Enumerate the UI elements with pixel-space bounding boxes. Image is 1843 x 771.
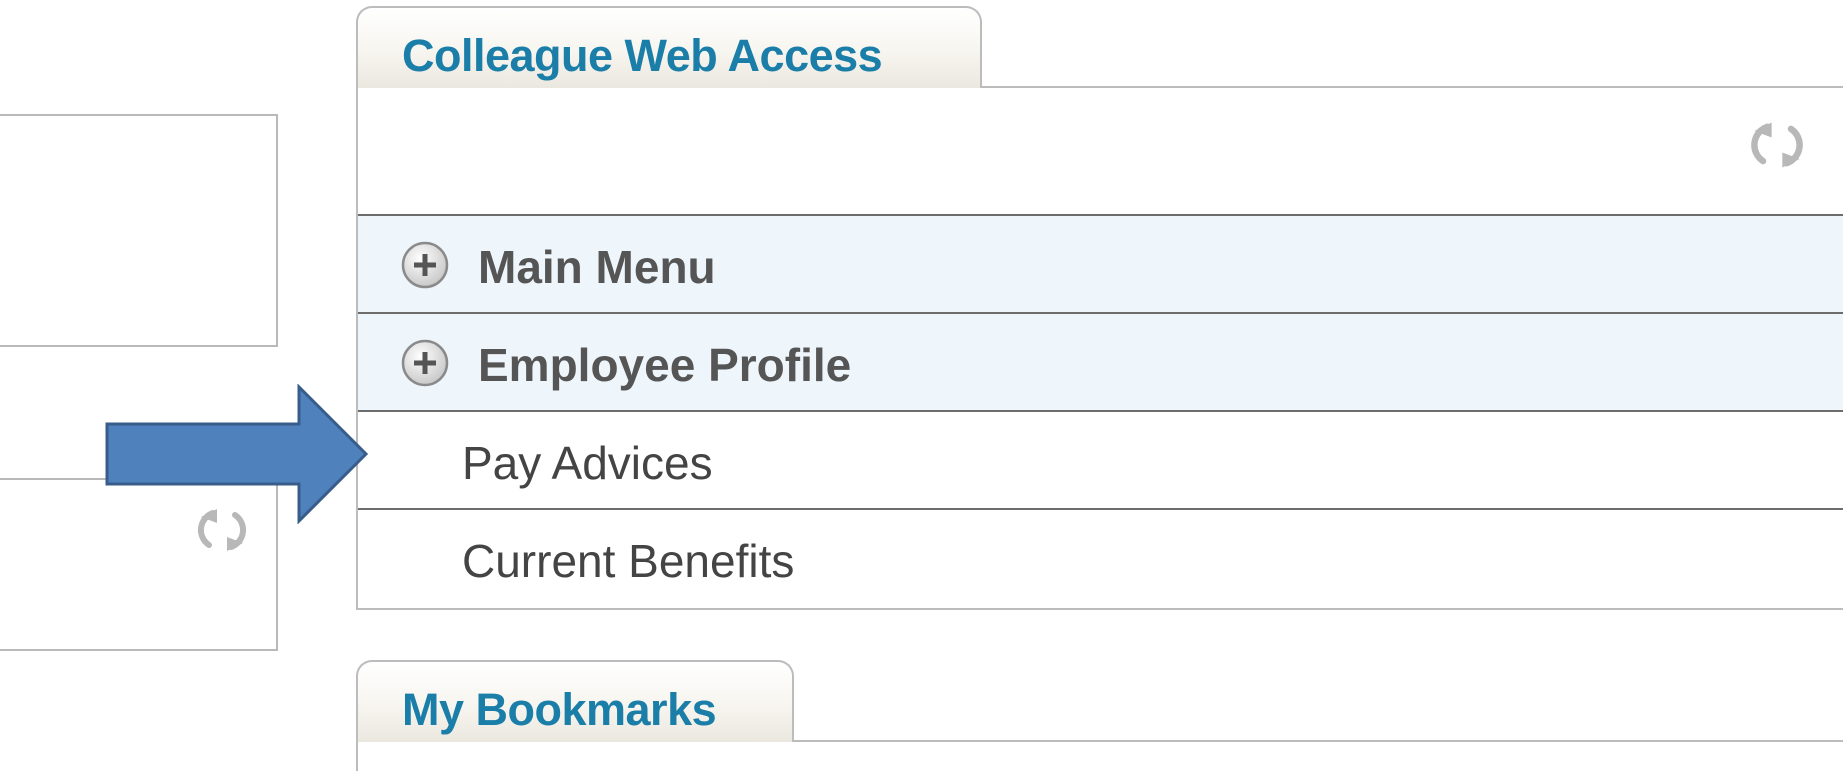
main-menu-label: Main Menu	[478, 241, 716, 293]
colleague-web-access-tab[interactable]: Colleague Web Access	[356, 6, 982, 88]
current-benefits-link[interactable]: Current Benefits	[462, 534, 794, 588]
menu-link-current-benefits[interactable]: Current Benefits	[358, 508, 1843, 606]
colleague-web-access-title: Colleague Web Access	[402, 30, 883, 81]
menu-section-employee-profile[interactable]: Employee Profile	[358, 312, 1843, 410]
refresh-icon[interactable]	[1748, 116, 1806, 174]
plus-circle-icon[interactable]	[400, 240, 450, 290]
my-bookmarks-tab[interactable]: My Bookmarks	[356, 660, 794, 742]
my-bookmarks-panel	[356, 740, 1843, 771]
menu-link-pay-advices[interactable]: Pay Advices	[358, 410, 1843, 508]
pay-advices-link[interactable]: Pay Advices	[462, 436, 713, 490]
menu-section-main-menu[interactable]: Main Menu	[358, 214, 1843, 312]
portal-page: Colleague Web Access Main Menu Employee …	[0, 0, 1843, 771]
arrow-annotation-icon	[105, 384, 369, 524]
left-panel-top	[0, 114, 278, 347]
employee-profile-label: Employee Profile	[478, 339, 852, 391]
my-bookmarks-title: My Bookmarks	[402, 684, 717, 735]
plus-circle-icon[interactable]	[400, 338, 450, 388]
colleague-web-access-panel: Main Menu Employee Profile Pay Advices C…	[356, 86, 1843, 610]
